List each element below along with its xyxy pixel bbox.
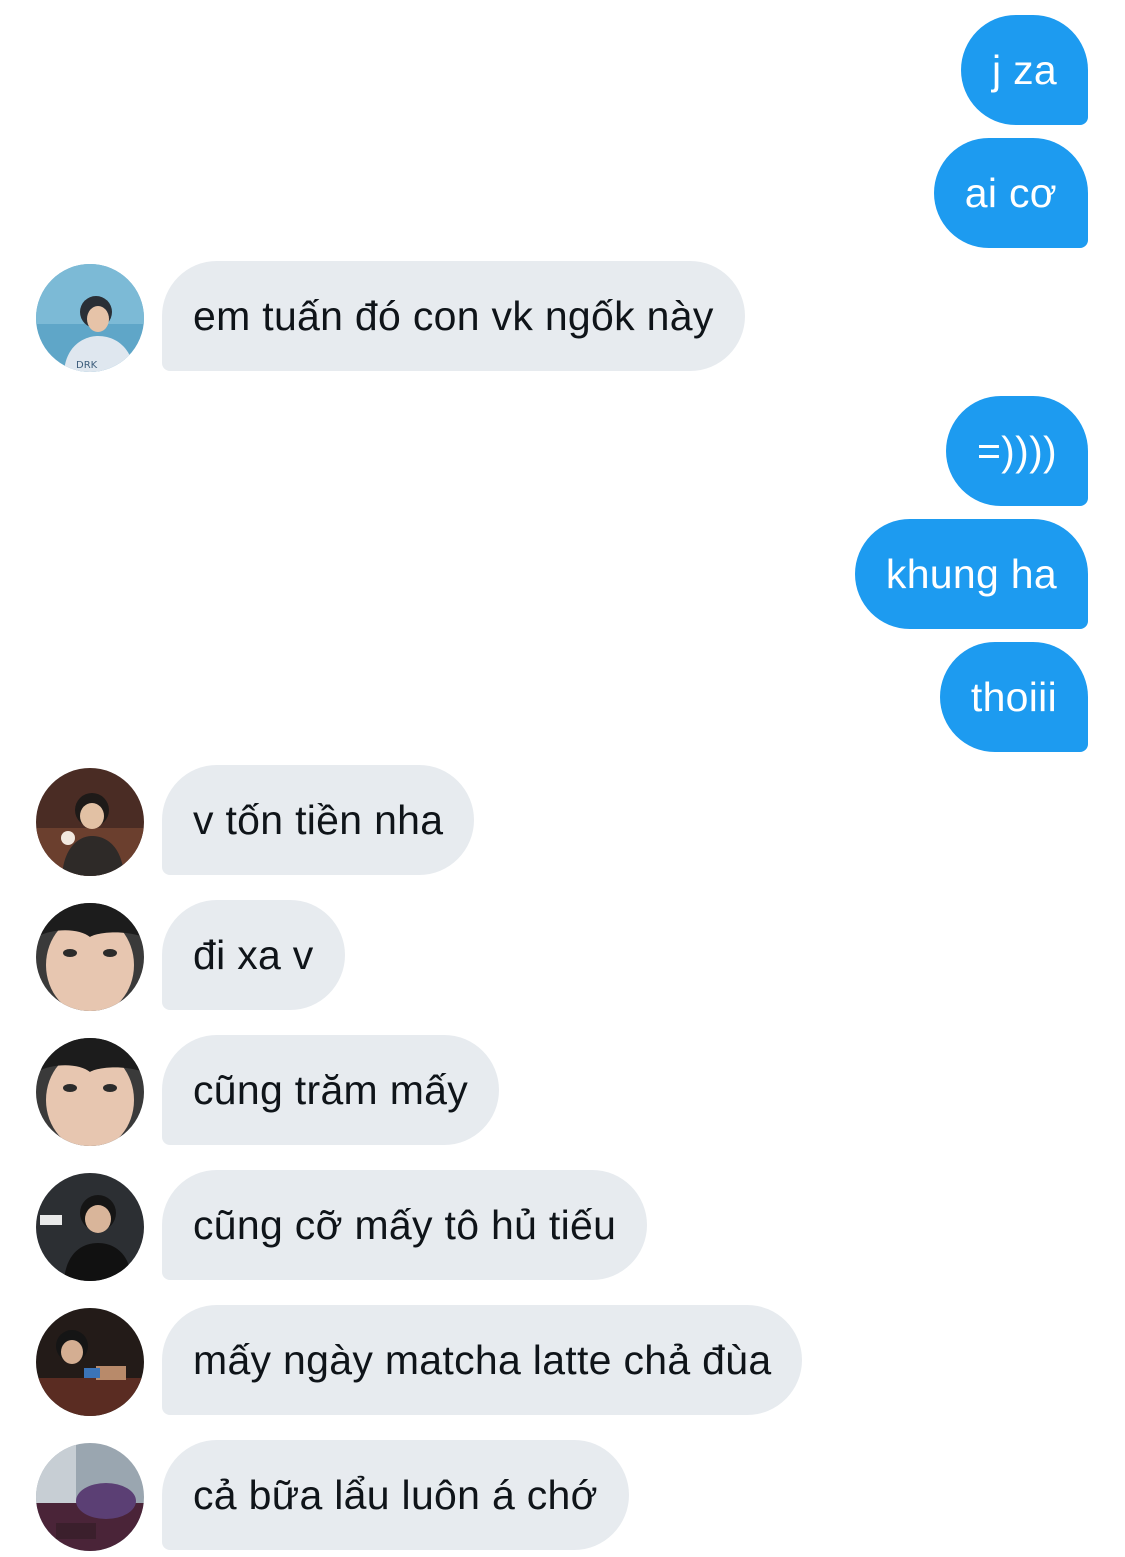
user-avatar[interactable] — [36, 1308, 144, 1416]
message-text: khung ha — [885, 551, 1057, 597]
message-text: ai cơ — [964, 170, 1057, 216]
message-text: thoiii — [970, 674, 1057, 720]
message-text: cũng trăm mấy — [193, 1067, 469, 1113]
message-text: cũng cỡ mấy tô hủ tiếu — [193, 1202, 617, 1248]
avatar-photo-icon — [36, 1173, 144, 1281]
message-text: em tuấn đó con vk ngốk này — [193, 293, 714, 339]
svg-text:DRK: DRK — [76, 360, 98, 371]
user-avatar[interactable] — [36, 768, 144, 876]
avatar-photo-icon — [36, 1308, 144, 1416]
avatar-photo-icon — [36, 1443, 144, 1551]
message-bubble-outgoing[interactable]: j za — [960, 15, 1088, 125]
avatar-photo-icon — [36, 1038, 144, 1146]
user-avatar[interactable] — [36, 1173, 144, 1281]
user-avatar[interactable] — [36, 1038, 144, 1146]
message-text: =)))) — [976, 428, 1057, 474]
user-avatar[interactable] — [36, 1443, 144, 1551]
message-text: mấy ngày matcha latte chả đùa — [193, 1337, 772, 1383]
message-bubble-outgoing[interactable]: khung ha — [854, 519, 1088, 629]
user-avatar[interactable] — [36, 903, 144, 1011]
message-text: v tốn tiền nha — [193, 797, 444, 843]
message-bubble-incoming[interactable]: cũng trăm mấy — [162, 1035, 500, 1145]
message-bubble-outgoing[interactable]: ai cơ — [933, 138, 1088, 248]
message-bubble-outgoing[interactable]: =)))) — [945, 396, 1088, 506]
message-bubble-incoming[interactable]: đi xa v — [162, 900, 345, 1010]
user-avatar[interactable]: DRK — [36, 264, 144, 372]
message-bubble-incoming[interactable]: cũng cỡ mấy tô hủ tiếu — [162, 1170, 648, 1280]
message-bubble-incoming[interactable]: v tốn tiền nha — [162, 765, 475, 875]
avatar-photo-icon — [36, 903, 144, 1011]
message-bubble-incoming[interactable]: mấy ngày matcha latte chả đùa — [162, 1305, 803, 1415]
message-text: cả bữa lẩu luôn á chớ — [193, 1472, 598, 1518]
message-bubble-incoming[interactable]: cả bữa lẩu luôn á chớ — [162, 1440, 629, 1550]
avatar-photo-icon — [36, 768, 144, 876]
message-text: đi xa v — [193, 932, 314, 978]
message-bubble-outgoing[interactable]: thoiii — [939, 642, 1088, 752]
avatar-photo-icon: DRK — [36, 264, 144, 372]
message-bubble-incoming[interactable]: em tuấn đó con vk ngốk này — [162, 261, 745, 371]
message-text: j za — [991, 47, 1057, 93]
